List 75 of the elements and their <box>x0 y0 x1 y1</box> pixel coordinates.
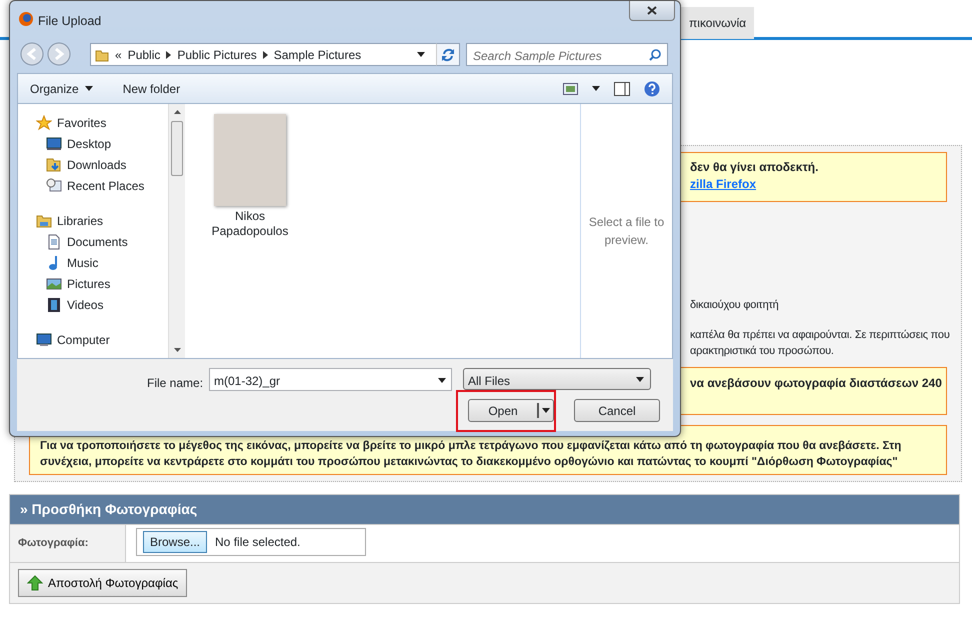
breadcrumb-item[interactable]: « <box>115 46 122 64</box>
document-icon <box>46 234 62 250</box>
submit-button[interactable]: Αποστολή Φωτογραφίας <box>18 568 188 596</box>
nav-item[interactable]: Pictures <box>36 273 168 294</box>
folder-icon <box>36 212 52 228</box>
breadcrumb-item[interactable]: Public <box>128 46 160 64</box>
nav-item[interactable]: Videos <box>36 294 168 315</box>
close-icon <box>647 6 657 15</box>
nav-item[interactable]: Favorites <box>36 112 168 133</box>
browse-button[interactable]: Browse... <box>143 531 208 553</box>
help-icon <box>644 80 660 96</box>
file-status: No file selected. <box>215 534 300 551</box>
browser-icon <box>18 11 34 27</box>
breadcrumb-item[interactable]: Sample Pictures <box>274 46 362 64</box>
scrollbar[interactable] <box>168 104 185 358</box>
nav-item[interactable]: Libraries <box>36 210 168 231</box>
star-icon <box>36 114 52 130</box>
monitor-icon <box>46 136 62 152</box>
firefox-link[interactable]: zilla Firefox <box>690 176 756 193</box>
caret-icon <box>417 52 425 57</box>
nav-item[interactable]: Recent Places <box>36 175 168 196</box>
back-button[interactable] <box>20 42 44 66</box>
download-folder-icon <box>46 156 62 172</box>
file-item[interactable]: Nikos Papadopoulos <box>205 112 295 241</box>
close-button[interactable] <box>629 1 675 21</box>
nav-item[interactable]: Computer <box>36 329 168 350</box>
window-title: File Upload <box>38 13 102 30</box>
breadcrumb-item[interactable]: Public Pictures <box>177 46 257 64</box>
scroll-thumb[interactable] <box>171 121 183 176</box>
section-header: » Προσθήκη Φωτογραφίας <box>10 495 959 524</box>
preview-text: Select a file to preview. <box>580 104 672 358</box>
nav-item[interactable]: Downloads <box>36 154 168 175</box>
command-button[interactable]: New folder <box>122 80 180 98</box>
field-label: File name: <box>147 375 204 392</box>
file-name-field[interactable]: m(01-32)_gr <box>209 368 452 391</box>
open-button[interactable]: Open <box>468 399 554 422</box>
file-type-select[interactable]: All Files <box>463 368 651 390</box>
nav-item[interactable]: Music <box>36 252 168 273</box>
caret-icon <box>438 378 446 383</box>
film-icon <box>46 296 62 312</box>
forward-button[interactable] <box>47 42 71 66</box>
pane-icon <box>614 82 630 96</box>
file-name: Nikos Papadopoulos <box>210 209 290 239</box>
caret-icon <box>636 377 644 382</box>
search-icon <box>649 49 661 61</box>
nav-item[interactable]: Documents <box>36 231 168 252</box>
nav-item[interactable]: Desktop <box>36 133 168 154</box>
refresh-icon <box>441 48 455 62</box>
up-arrow-icon <box>27 574 43 590</box>
field-label: Φωτογραφία: <box>17 536 90 551</box>
text-fragment: καπέλα θα πρέπει να αφαιρούνται. Σε περιπτώσεις που <box>690 328 950 343</box>
notice-text: να ανεβάσουν φωτογραφία διαστάσεων 240 <box>690 375 942 392</box>
notice-text: δεν θα γίνει αποδεκτή. <box>690 159 818 176</box>
picture-icon <box>46 276 62 292</box>
computer-icon <box>36 332 52 348</box>
search-placeholder: Search Sample Pictures <box>473 49 602 63</box>
refresh-button[interactable] <box>436 43 460 66</box>
chevron-icon <box>262 50 268 58</box>
cancel-button[interactable]: Cancel <box>574 399 660 422</box>
scroll-up-icon <box>174 110 180 114</box>
text-fragment: αρακτηριστικά του προσώπου. <box>690 344 834 359</box>
command-button[interactable]: Organize <box>30 80 93 98</box>
text-fragment: δικαιούχου φοιτητή <box>690 298 779 313</box>
nav-tab[interactable]: πικοινωνία <box>681 7 754 39</box>
caret-icon <box>592 86 600 91</box>
notice-text: Για να τροποποιήσετε το μέγεθος της εικόνας, μπορείτε να βρείτε το μικρό μπλε τετράγωνο που εμφανίζεται κάτω από τη φωτογραφία που θα ανεβάσετε. Στη συνέχεια, μπορείτε να κεντράρετε στο κομμάτι του προσώπου μετακινώντας το διακεκομμένο ορθογώνιο και πατώντας το κουμπί "Διόρθωση Φωτογραφίας" <box>40 439 902 470</box>
folder-icon <box>95 48 109 62</box>
scroll-down-icon <box>174 348 181 352</box>
chevron-icon <box>166 50 172 58</box>
caret-icon <box>84 86 93 91</box>
caret-icon <box>542 408 550 413</box>
recent-places-icon <box>46 178 62 194</box>
search-field[interactable]: Search Sample Pictures <box>466 43 668 66</box>
view-icon <box>563 82 578 94</box>
file-input[interactable]: Browse... No file selected. <box>136 528 366 556</box>
